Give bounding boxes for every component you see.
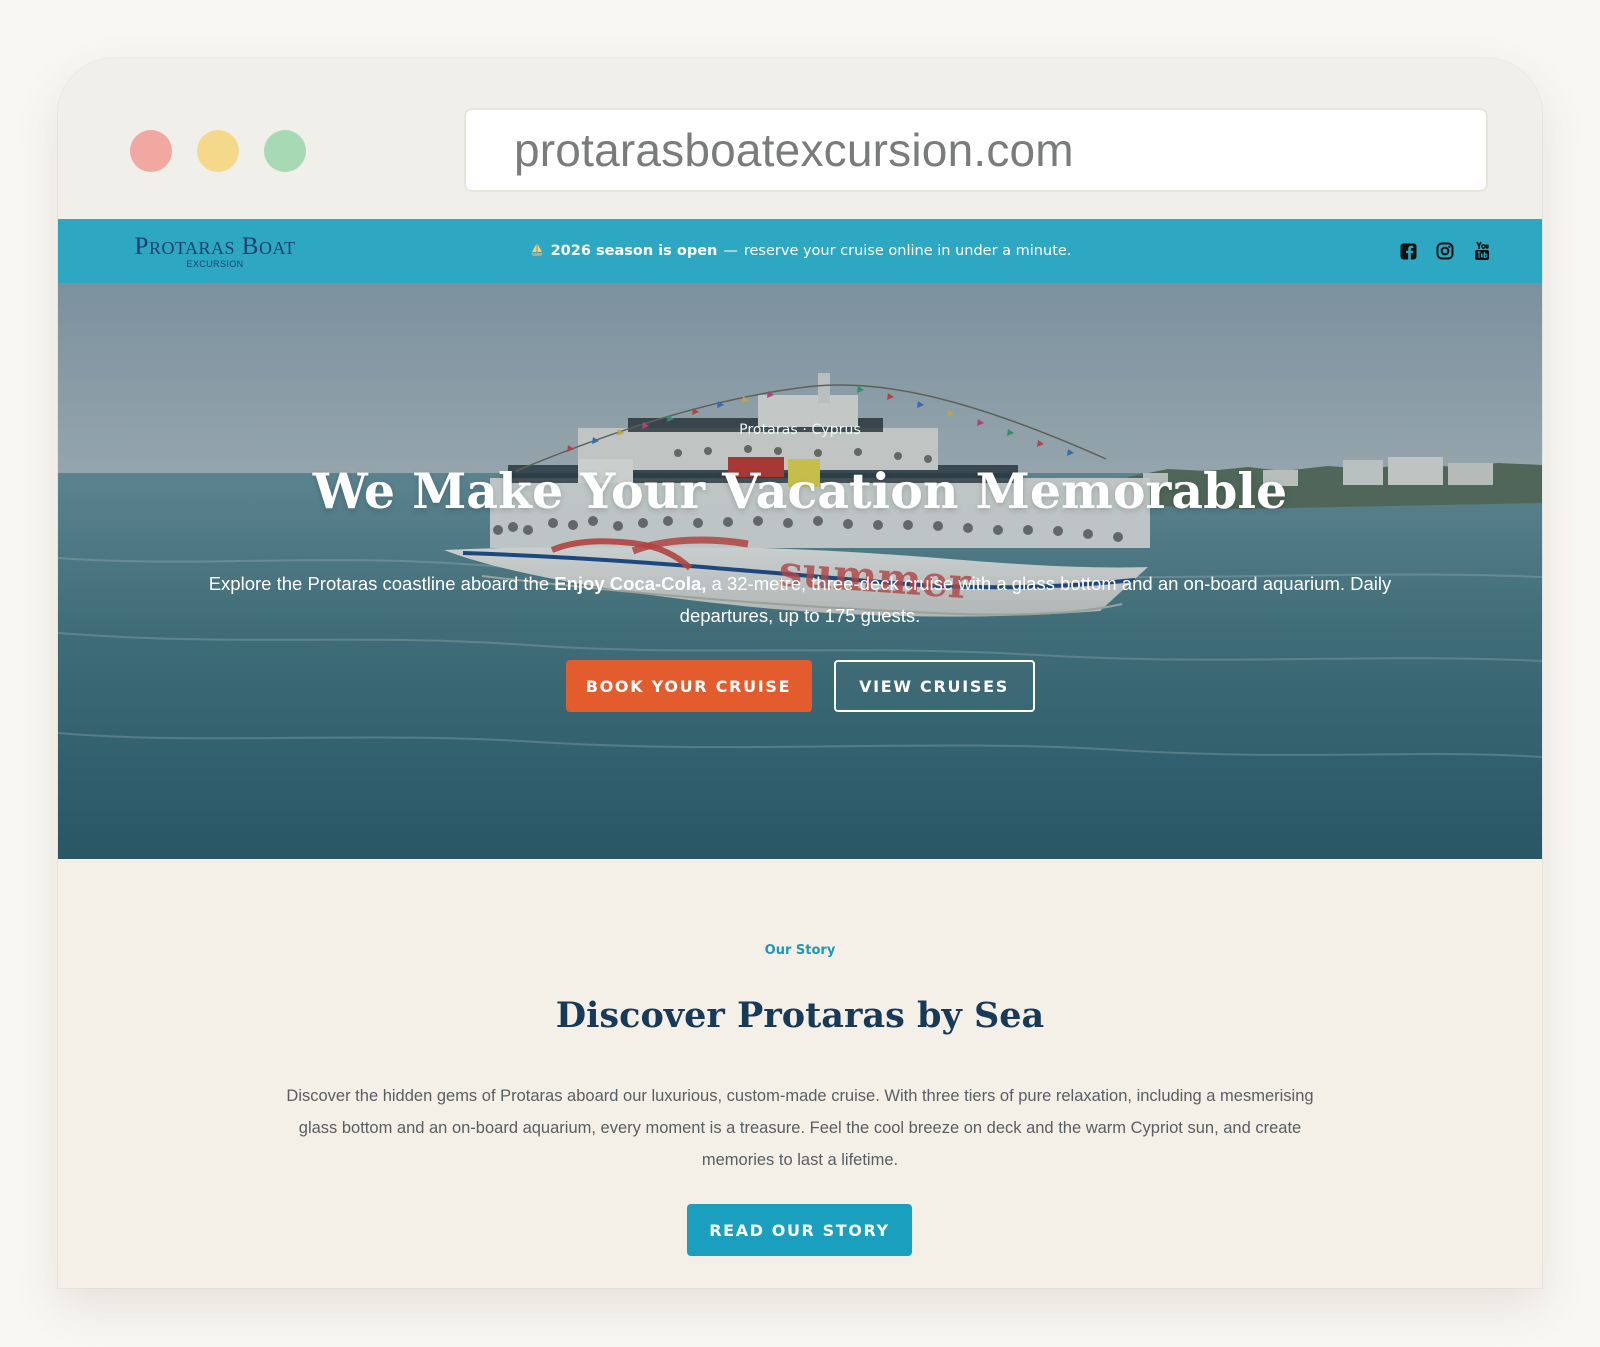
announcement-dash: —	[723, 243, 738, 259]
hero-description-start: Explore the Protaras coastline aboard th…	[208, 573, 550, 594]
hero-content: Protaras · Cyprus We Make Your Vacation …	[58, 283, 1542, 859]
close-window-button[interactable]	[130, 130, 172, 172]
view-cruises-button[interactable]: VIEW CRUISES	[833, 660, 1035, 712]
hero-description-end: a 32-metre, three-deck cruise with a gla…	[679, 573, 1392, 626]
announcement-highlight: 2026 season is open	[550, 243, 718, 259]
hero-eyebrow: Protaras · Cyprus	[739, 422, 861, 438]
minimize-window-button[interactable]	[197, 130, 239, 172]
book-your-cruise-button[interactable]: BOOK YOUR CRUISE	[565, 660, 812, 712]
url-text: protarasboatexcursion.com	[514, 124, 1074, 176]
hero-boat-name: Enjoy Coca-Cola,	[554, 573, 707, 594]
season-announcement: 2026 season is open — reserve your cruis…	[58, 219, 1542, 283]
announcement-text: reserve your cruise online in under a mi…	[743, 243, 1072, 259]
read-our-story-button[interactable]: READ OUR STORY	[687, 1204, 912, 1256]
hero-title: We Make Your Vacation Memorable	[312, 462, 1288, 520]
facebook-icon[interactable]	[1398, 241, 1418, 261]
our-story-section: Our Story Discover Protaras by Sea Disco…	[58, 859, 1542, 1288]
story-eyebrow: Our Story	[764, 943, 836, 958]
top-announcement-bar: Protaras Boat EXCURSION 2026 season is o…	[58, 219, 1542, 283]
youtube-icon[interactable]	[1472, 241, 1492, 261]
story-title: Discover Protaras by Sea	[555, 995, 1045, 1036]
story-description: Discover the hidden gems of Protaras abo…	[286, 1087, 1314, 1169]
hero-actions: BOOK YOUR CRUISE VIEW CRUISES	[58, 660, 1542, 712]
page-viewport: Protaras Boat EXCURSION 2026 season is o…	[58, 219, 1542, 1288]
hero-description: Explore the Protaras coastline aboard th…	[208, 568, 1392, 632]
hero-section: summer Protaras · Cyprus We Make Your Va…	[58, 283, 1542, 859]
social-links	[1398, 241, 1492, 261]
instagram-icon[interactable]	[1435, 241, 1455, 261]
address-bar[interactable]: protarasboatexcursion.com	[466, 110, 1486, 190]
maximize-window-button[interactable]	[264, 130, 306, 172]
sailboat-icon	[529, 242, 545, 258]
browser-window: protarasboatexcursion.com Protaras Boat …	[58, 58, 1542, 1288]
